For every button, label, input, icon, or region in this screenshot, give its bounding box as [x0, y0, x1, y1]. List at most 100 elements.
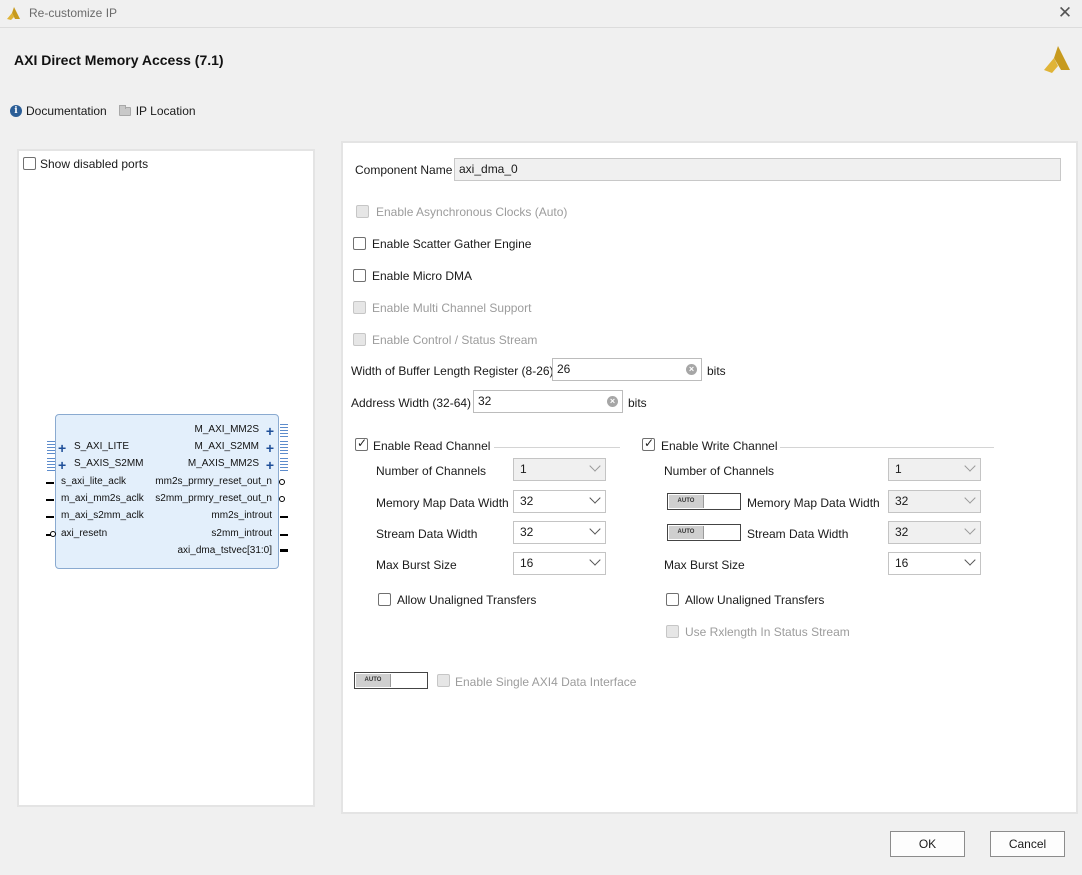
pin-stub [280, 516, 288, 518]
port-m-axi-mm2s-aclk: m_axi_mm2s_aclk [61, 493, 144, 504]
bus-stub [47, 441, 55, 454]
port-m-axi-s2mm-aclk: m_axi_s2mm_aclk [61, 510, 144, 521]
ip-block-symbol: S_AXI_LITE S_AXIS_S2MM s_axi_lite_aclk m… [55, 414, 279, 569]
write-channel-title: Enable Write Channel [661, 439, 778, 453]
write-mm-width-auto-toggle[interactable]: AUTO [667, 493, 741, 510]
bus-stub [280, 424, 288, 437]
read-mm-width-value: 32 [520, 494, 534, 508]
micro-dma-label: Enable Micro DMA [372, 269, 473, 283]
window-title: Re-customize IP [29, 6, 118, 20]
port-s-axis-s2mm: S_AXIS_S2MM [74, 458, 144, 469]
clear-icon[interactable]: × [607, 396, 618, 407]
address-width-field[interactable]: 32 × [473, 390, 623, 413]
header-links: i Documentation IP Location [10, 103, 196, 119]
chevron-down-icon [964, 460, 976, 472]
page-title: AXI Direct Memory Access (7.1) [14, 52, 224, 68]
expand-plus-icon[interactable]: + [58, 458, 66, 472]
expand-plus-icon[interactable]: + [266, 441, 274, 455]
read-burst-value: 16 [520, 556, 534, 570]
control-status-label: Enable Control / Status Stream [372, 333, 538, 347]
read-unaligned-checkbox[interactable] [378, 593, 391, 606]
pin-stub [46, 499, 54, 501]
rxlength-checkbox [666, 625, 679, 638]
read-channel-checkbox[interactable] [355, 436, 368, 451]
write-burst-label: Max Burst Size [664, 558, 745, 572]
read-stream-width-label: Stream Data Width [376, 527, 478, 541]
component-name-field[interactable]: axi_dma_0 [454, 158, 1061, 181]
bits-unit-label: bits [628, 396, 647, 410]
bus-stub [280, 458, 288, 471]
expand-plus-icon[interactable]: + [266, 458, 274, 472]
write-burst-select[interactable]: 16 [888, 552, 981, 575]
single-axi4-label: Enable Single AXI4 Data Interface [455, 675, 637, 689]
info-icon: i [10, 105, 22, 117]
component-name-label: Component Name [355, 163, 453, 177]
async-clocks-label: Enable Asynchronous Clocks (Auto) [376, 205, 568, 219]
auto-toggle-knob: AUTO [669, 495, 704, 508]
clear-icon[interactable]: × [686, 364, 697, 375]
read-unaligned-label: Allow Unaligned Transfers [397, 593, 537, 607]
micro-dma-checkbox[interactable] [353, 269, 366, 282]
show-disabled-ports-checkbox[interactable] [23, 157, 36, 170]
single-axi4-checkbox [437, 674, 450, 687]
pin-stub [280, 549, 288, 552]
scatter-gather-checkbox[interactable] [353, 237, 366, 250]
read-stream-width-value: 32 [520, 525, 534, 539]
port-m-axis-mm2s: M_AXIS_MM2S [187, 458, 259, 469]
chevron-down-icon [589, 523, 601, 535]
cancel-button[interactable]: Cancel [990, 831, 1065, 857]
bus-stub [47, 458, 55, 471]
bus-stub [280, 441, 288, 454]
address-width-label: Address Width (32-64) [351, 396, 472, 410]
port-s-axi-lite-aclk: s_axi_lite_aclk [61, 476, 127, 487]
multi-channel-checkbox [353, 301, 366, 314]
port-s-axi-lite: S_AXI_LITE [74, 441, 130, 452]
write-channel-checkbox[interactable] [642, 436, 655, 451]
read-num-channels-label: Number of Channels [376, 464, 487, 478]
pin-stub [46, 482, 54, 484]
write-stream-width-auto-toggle[interactable]: AUTO [667, 524, 741, 541]
read-num-channels-value: 1 [520, 462, 527, 476]
auto-toggle-knob: AUTO [356, 674, 391, 687]
read-burst-select[interactable]: 16 [513, 552, 606, 575]
pin-stub [280, 534, 288, 536]
write-stream-width-label: Stream Data Width [747, 527, 849, 541]
chevron-down-icon [589, 492, 601, 504]
read-burst-label: Max Burst Size [376, 558, 457, 572]
port-mm2s-prmry-reset-out-n: mm2s_prmry_reset_out_n [155, 476, 272, 487]
documentation-link[interactable]: Documentation [26, 104, 107, 118]
read-mm-width-label: Memory Map Data Width [376, 496, 509, 510]
ip-location-link[interactable]: IP Location [136, 104, 196, 118]
rxlength-label: Use Rxlength In Status Stream [685, 625, 850, 639]
pin-stub [46, 516, 54, 518]
write-mm-width-label: Memory Map Data Width [747, 496, 880, 510]
read-stream-width-select[interactable]: 32 [513, 521, 606, 544]
inversion-bubble [50, 531, 56, 537]
write-unaligned-label: Allow Unaligned Transfers [685, 593, 825, 607]
read-channel-separator [494, 447, 620, 448]
ok-button[interactable]: OK [890, 831, 965, 857]
expand-plus-icon[interactable]: + [58, 441, 66, 455]
read-channel-title: Enable Read Channel [373, 439, 491, 453]
buffer-length-field[interactable]: 26 × [552, 358, 702, 381]
port-axi-resetn: axi_resetn [61, 528, 108, 539]
expand-plus-icon[interactable]: + [266, 424, 274, 438]
read-num-channels-select: 1 [513, 458, 606, 481]
xilinx-logo-icon [1044, 46, 1070, 73]
write-stream-width-select: 32 [888, 521, 981, 544]
close-icon[interactable]: ✕ [1054, 2, 1076, 24]
single-axi4-auto-toggle[interactable]: AUTO [354, 672, 428, 689]
write-num-channels-value: 1 [895, 462, 902, 476]
chevron-down-icon [964, 492, 976, 504]
buffer-length-value: 26 [557, 362, 571, 376]
write-burst-value: 16 [895, 556, 909, 570]
read-mm-width-select[interactable]: 32 [513, 490, 606, 513]
write-mm-width-value: 32 [895, 494, 909, 508]
port-m-axi-mm2s: M_AXI_MM2S [194, 424, 259, 435]
async-clocks-checkbox [356, 205, 369, 218]
write-unaligned-checkbox[interactable] [666, 593, 679, 606]
port-s2mm-introut: s2mm_introut [211, 528, 272, 539]
title-bar: Re-customize IP ✕ [0, 0, 1082, 28]
chevron-down-icon [589, 554, 601, 566]
write-mm-width-select: 32 [888, 490, 981, 513]
